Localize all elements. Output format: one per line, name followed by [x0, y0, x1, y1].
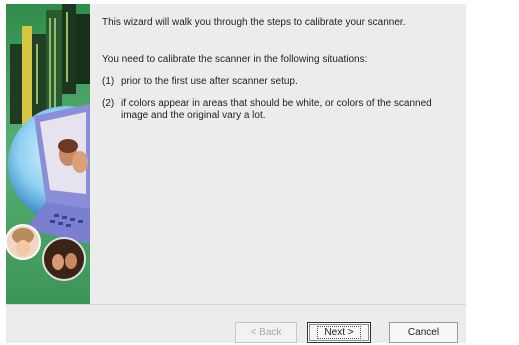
scanner-artwork-image [6, 4, 90, 304]
calibration-wizard-dialog: This wizard will walk you through the st… [6, 4, 466, 343]
list-item-number: (2) [102, 98, 115, 109]
next-button[interactable]: Next > [307, 322, 371, 343]
back-button[interactable]: < Back [235, 322, 297, 343]
next-button-label: Next > [317, 326, 361, 339]
wizard-button-bar: < Back Next > Cancel [6, 304, 466, 343]
wizard-intro-text: This wizard will walk you through the st… [102, 17, 406, 28]
calibration-situations-heading: You need to calibrate the scanner in the… [102, 54, 368, 65]
cancel-button[interactable]: Cancel [389, 322, 458, 343]
list-item-text: if colors appear in areas that should be… [121, 98, 432, 121]
list-item-number: (1) [102, 76, 115, 87]
wizard-side-image [6, 4, 90, 304]
list-item-text: prior to the first use after scanner set… [121, 76, 298, 87]
